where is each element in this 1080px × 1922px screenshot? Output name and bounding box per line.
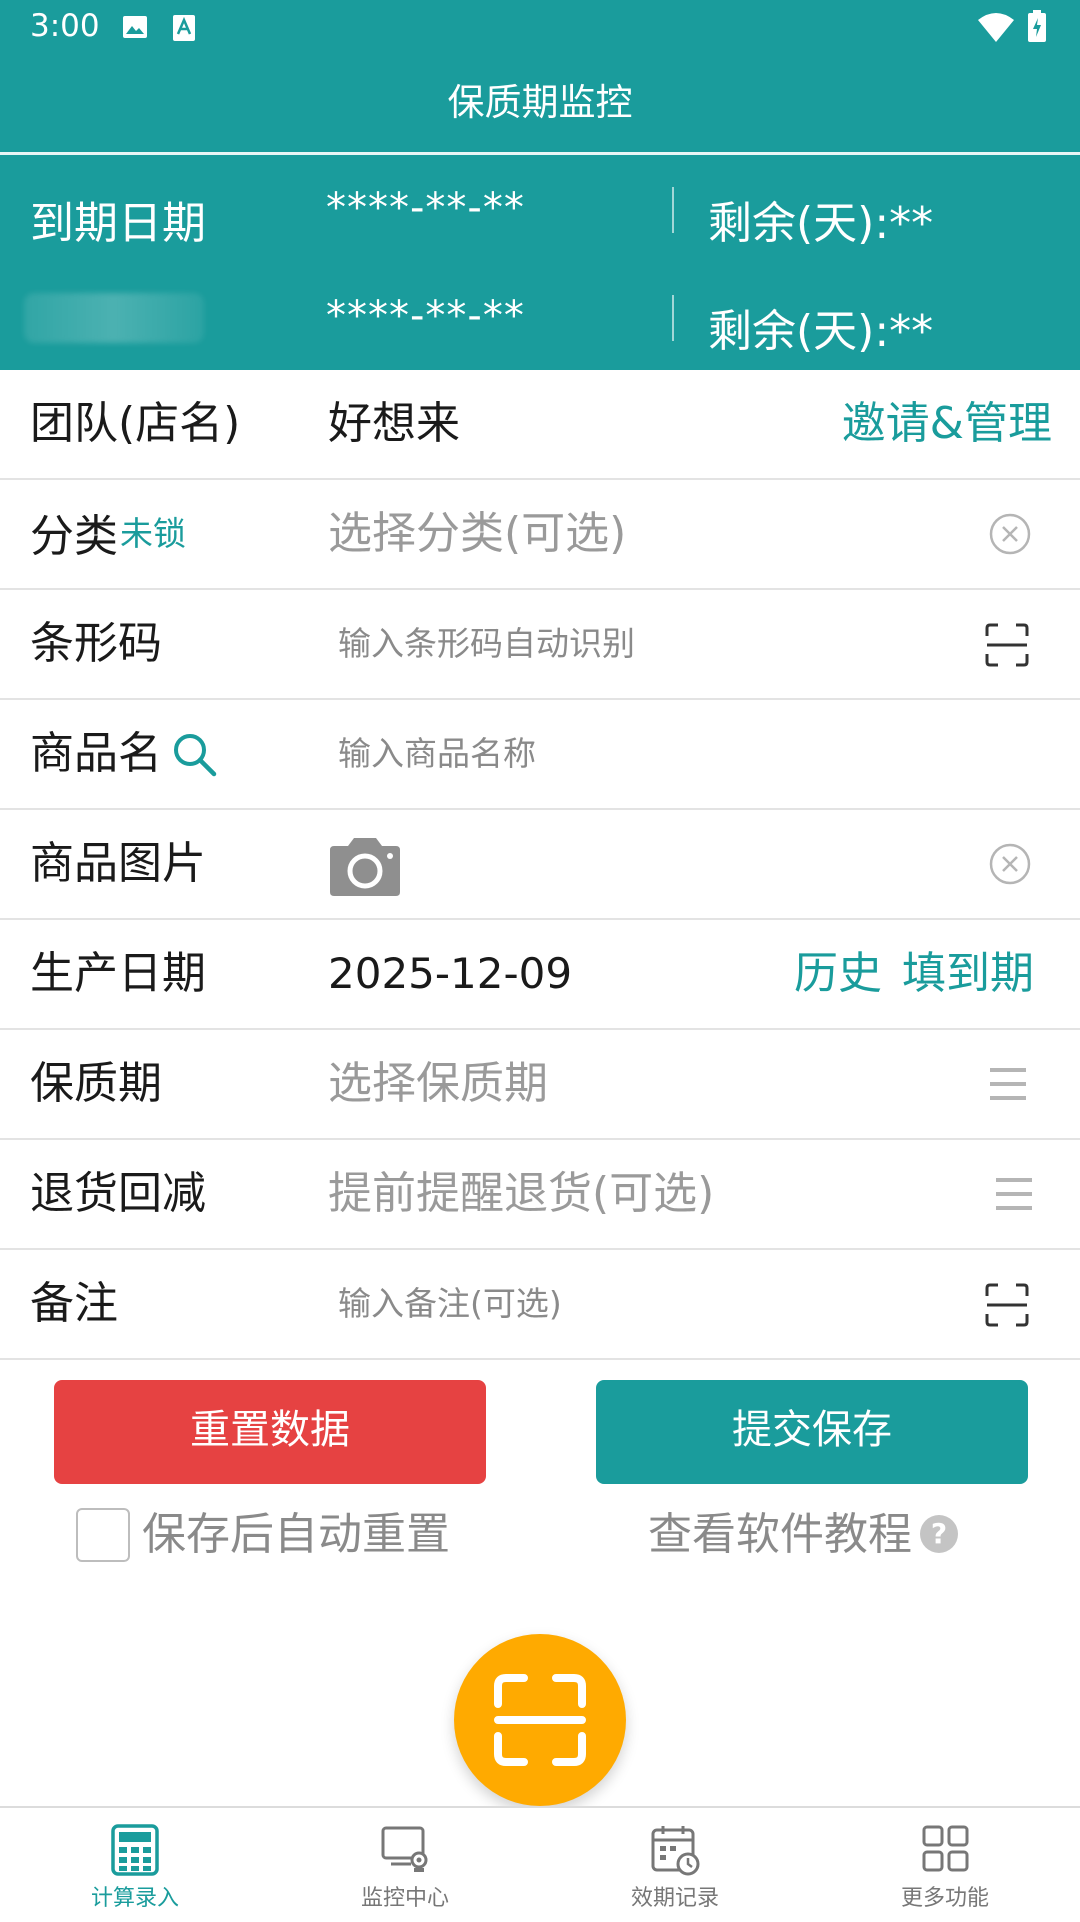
grid-icon — [922, 1825, 969, 1872]
product-image-label: 商品图片 — [30, 838, 206, 889]
production-date-label: 生产日期 — [30, 948, 206, 999]
nav-label: 计算录入 — [90, 1886, 179, 1911]
product-image-row: 商品图片 — [0, 810, 1080, 920]
remaining-days: 剩余(天):** — [708, 306, 934, 357]
expiry-panel: 到期日期 ****-**-** 剩余(天):** ****-**-** 剩余(天… — [0, 155, 1080, 370]
lock-status-tag[interactable]: 未锁 — [120, 514, 186, 553]
help-icon: ? — [920, 1515, 958, 1553]
calculator-icon — [111, 1824, 159, 1876]
remark-row: 备注 输入备注(可选) — [0, 1250, 1080, 1360]
font-icon — [172, 14, 196, 46]
fill-expiry-link[interactable]: 填到期 — [902, 920, 1034, 1028]
team-row: 团队(店名) 好想来 邀请&管理 — [0, 370, 1080, 480]
team-value: 好想来 — [328, 398, 460, 449]
product-form: 团队(店名) 好想来 邀请&管理 分类未锁 选择分类(可选) 条形码 输入条形码… — [0, 370, 1080, 1360]
menu-icon[interactable] — [994, 1174, 1034, 1218]
auto-reset-label: 保存后自动重置 — [142, 1509, 450, 1560]
tutorial-label: 查看软件教程 — [648, 1509, 912, 1560]
battery-icon — [1028, 10, 1046, 46]
nav-label: 效期记录 — [630, 1886, 719, 1911]
scan-icon — [494, 1674, 586, 1766]
scan-icon[interactable] — [984, 1282, 1030, 1332]
divider — [672, 187, 674, 233]
invite-manage-link[interactable]: 邀请&管理 — [842, 370, 1052, 478]
app-bar: 保质期监控 — [0, 56, 1080, 152]
page-title: 保质期监控 — [447, 81, 633, 124]
clear-image-icon[interactable] — [988, 842, 1032, 890]
production-date-value[interactable]: 2025-12-09 — [328, 920, 572, 1028]
expiry-date: ****-**-** — [326, 293, 525, 339]
nav-label: 更多功能 — [900, 1886, 989, 1911]
image-icon — [122, 14, 148, 44]
product-name-label: 商品名 — [30, 700, 162, 808]
divider — [672, 295, 674, 341]
category-row[interactable]: 分类未锁 选择分类(可选) — [0, 480, 1080, 590]
status-bar: 3:00 — [0, 0, 1080, 56]
product-name-input[interactable]: 输入商品名称 — [338, 700, 536, 808]
barcode-row: 条形码 输入条形码自动识别 — [0, 590, 1080, 700]
remark-input[interactable]: 输入备注(可选) — [338, 1250, 562, 1358]
menu-icon[interactable] — [988, 1064, 1028, 1108]
history-link[interactable]: 历史 — [794, 920, 882, 1028]
scan-button[interactable] — [454, 1634, 626, 1806]
expiry-row: 到期日期 ****-**-** 剩余(天):** — [0, 155, 1080, 262]
monitor-icon — [381, 1826, 428, 1872]
remark-label: 备注 — [30, 1278, 118, 1329]
production-date-row: 生产日期 2025-12-09 历史 填到期 — [0, 920, 1080, 1030]
return-reduce-row[interactable]: 退货回减 提前提醒退货(可选) — [0, 1140, 1080, 1250]
scan-icon[interactable] — [984, 622, 1030, 672]
product-name-label-text: 商品名 — [30, 728, 162, 779]
nav-item-calculate[interactable]: 计算录入 — [0, 1808, 270, 1922]
wifi-icon — [978, 12, 1014, 46]
clear-icon[interactable] — [988, 512, 1032, 560]
barcode-label: 条形码 — [30, 618, 162, 669]
shelf-life-label: 保质期 — [30, 1058, 162, 1109]
calendar-clock-icon — [651, 1826, 700, 1876]
category-label-text: 分类 — [30, 511, 118, 562]
team-label: 团队(店名) — [30, 398, 241, 449]
product-name-row: 商品名 输入商品名称 — [0, 700, 1080, 810]
bottom-nav: 计算录入 监控中心 效期记录 更多功能 — [0, 1806, 1080, 1920]
return-reduce-select[interactable]: 提前提醒退货(可选) — [328, 1140, 714, 1248]
shelf-life-row[interactable]: 保质期 选择保质期 — [0, 1030, 1080, 1140]
auto-reset-checkbox[interactable] — [76, 1508, 130, 1562]
nav-item-more[interactable]: 更多功能 — [810, 1808, 1080, 1922]
expiry-date: ****-**-** — [326, 185, 525, 231]
search-icon[interactable] — [172, 732, 218, 782]
reset-button[interactable]: 重置数据 — [54, 1380, 486, 1484]
category-select[interactable]: 选择分类(可选) — [328, 480, 626, 588]
remaining-days: 剩余(天):** — [708, 198, 934, 249]
submit-button[interactable]: 提交保存 — [596, 1380, 1028, 1484]
barcode-input[interactable]: 输入条形码自动识别 — [338, 590, 635, 698]
expiry-label: 到期日期 — [30, 198, 206, 249]
expiry-row: ****-**-** 剩余(天):** — [0, 263, 1080, 370]
return-reduce-label: 退货回减 — [30, 1168, 206, 1219]
nav-item-monitor[interactable]: 监控中心 — [270, 1808, 540, 1922]
blurred-name — [24, 293, 204, 343]
nav-item-records[interactable]: 效期记录 — [540, 1808, 810, 1922]
nav-label: 监控中心 — [360, 1886, 449, 1911]
category-label: 分类未锁 — [30, 480, 186, 591]
status-time: 3:00 — [30, 8, 100, 44]
shelf-life-select[interactable]: 选择保质期 — [328, 1030, 548, 1138]
camera-icon[interactable] — [326, 836, 404, 902]
tutorial-link[interactable]: 查看软件教程? — [648, 1506, 958, 1564]
